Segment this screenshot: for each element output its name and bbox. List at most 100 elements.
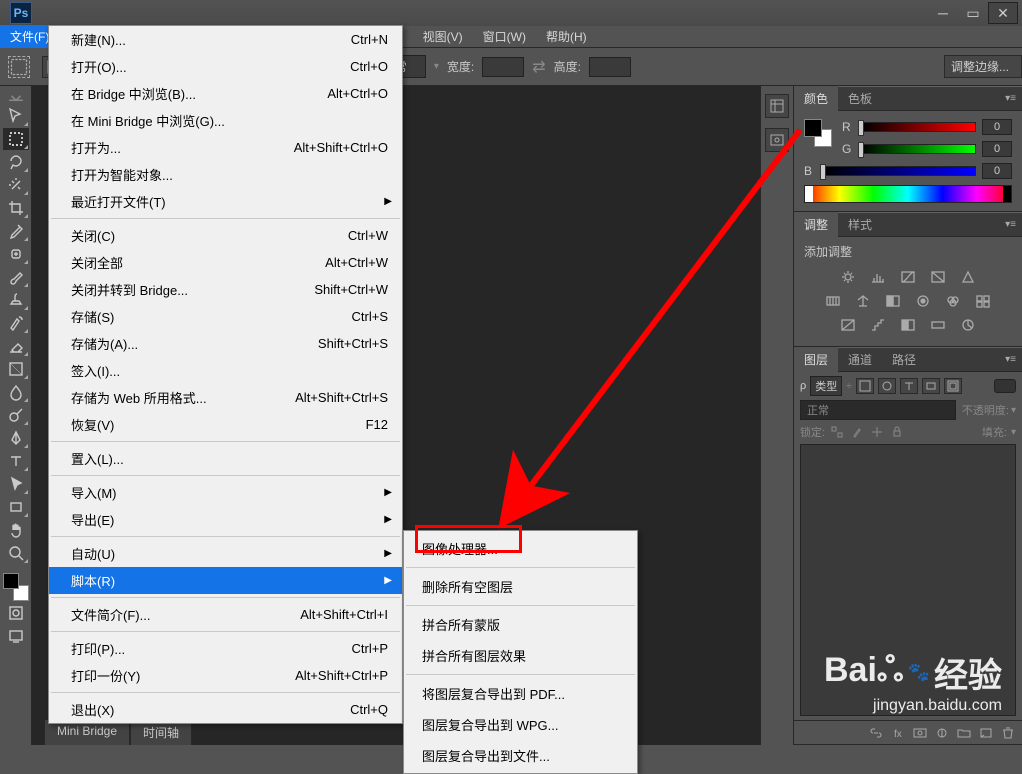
layer-style-icon[interactable]: fx (890, 726, 906, 740)
hand-tool[interactable] (3, 519, 29, 541)
submenu-item[interactable]: 图层复合导出到 WPG... (404, 709, 637, 740)
foreground-swatch[interactable] (3, 573, 19, 589)
menu-item[interactable]: 签入(I)... (49, 357, 402, 384)
brush-tool[interactable] (3, 266, 29, 288)
menu-item[interactable]: 关闭(C)Ctrl+W (49, 222, 402, 249)
submenu-item[interactable]: 拼合所有图层效果 (404, 640, 637, 671)
submenu-item[interactable]: 图像处理器... (404, 533, 637, 564)
menu-item[interactable]: 最近打开文件(T)▶ (49, 188, 402, 215)
marquee-tool[interactable] (3, 128, 29, 150)
vibrance-icon[interactable] (958, 268, 978, 286)
tab-layers[interactable]: 图层 (794, 347, 838, 372)
r-slider[interactable] (860, 122, 976, 132)
filter-shape-icon[interactable] (922, 378, 940, 394)
menu-item[interactable]: 打开(O)...Ctrl+O (49, 53, 402, 80)
selective-color-icon[interactable] (958, 316, 978, 334)
width-input[interactable] (482, 57, 524, 77)
pen-tool[interactable] (3, 427, 29, 449)
layer-filter-kind[interactable]: 类型 (810, 376, 842, 396)
filter-pixel-icon[interactable] (856, 378, 874, 394)
panel-menu-icon[interactable]: ▾≡ (999, 354, 1022, 365)
gradient-map-icon[interactable] (928, 316, 948, 334)
quick-mask-tool[interactable] (3, 602, 29, 624)
bw-icon[interactable] (883, 292, 903, 310)
levels-icon[interactable] (868, 268, 888, 286)
menu-item[interactable]: 打印(P)...Ctrl+P (49, 635, 402, 662)
menu-item[interactable]: 关闭全部Alt+Ctrl+W (49, 249, 402, 276)
photo-filter-icon[interactable] (913, 292, 933, 310)
menu-item[interactable]: 在 Bridge 中浏览(B)...Alt+Ctrl+O (49, 80, 402, 107)
menu-item[interactable]: 恢复(V)F12 (49, 411, 402, 438)
invert-icon[interactable] (838, 316, 858, 334)
move-tool[interactable] (3, 105, 29, 127)
menu-item[interactable]: 导入(M)▶ (49, 479, 402, 506)
maximize-button[interactable]: ▭ (958, 2, 988, 24)
menu-item[interactable]: 存储(S)Ctrl+S (49, 303, 402, 330)
submenu-item[interactable]: 拼合所有蒙版 (404, 609, 637, 640)
tab-styles[interactable]: 样式 (838, 212, 882, 237)
lock-pixels-icon[interactable] (849, 425, 865, 439)
threshold-icon[interactable] (898, 316, 918, 334)
g-slider[interactable] (860, 144, 976, 154)
filter-adjustment-icon[interactable] (878, 378, 896, 394)
panel-menu-icon[interactable]: ▾≡ (999, 93, 1022, 104)
history-brush-tool[interactable] (3, 312, 29, 334)
menu-item[interactable]: 关闭并转到 Bridge...Shift+Ctrl+W (49, 276, 402, 303)
menu-item[interactable]: 新建(N)...Ctrl+N (49, 26, 402, 53)
menu-item[interactable]: 置入(L)... (49, 445, 402, 472)
clone-stamp-tool[interactable] (3, 289, 29, 311)
lock-all-icon[interactable] (889, 425, 905, 439)
menu-item[interactable]: 在 Mini Bridge 中浏览(G)... (49, 107, 402, 134)
tab-swatches[interactable]: 色板 (838, 86, 882, 111)
path-selection-tool[interactable] (3, 473, 29, 495)
filter-toggle[interactable] (994, 379, 1016, 393)
lasso-tool[interactable] (3, 151, 29, 173)
eraser-tool[interactable] (3, 335, 29, 357)
curves-icon[interactable] (898, 268, 918, 286)
screen-mode-tool[interactable] (3, 625, 29, 647)
healing-brush-tool[interactable] (3, 243, 29, 265)
color-lookup-icon[interactable] (973, 292, 993, 310)
b-value[interactable]: 0 (982, 163, 1012, 179)
menu-item[interactable]: 自动(U)▶ (49, 540, 402, 567)
brightness-icon[interactable] (838, 268, 858, 286)
link-icon[interactable]: ⇄ (532, 57, 545, 77)
current-tool-icon[interactable] (8, 56, 30, 78)
crop-tool[interactable] (3, 197, 29, 219)
menu-item[interactable]: 文件简介(F)...Alt+Shift+Ctrl+I (49, 601, 402, 628)
eyedropper-tool[interactable] (3, 220, 29, 242)
color-spectrum[interactable] (804, 185, 1012, 203)
lock-position-icon[interactable] (869, 425, 885, 439)
menu-item[interactable]: 退出(X)Ctrl+Q (49, 696, 402, 723)
adjustment-layer-icon[interactable] (934, 726, 950, 740)
b-slider[interactable] (822, 166, 976, 176)
tab-channels[interactable]: 通道 (838, 347, 882, 372)
zoom-tool[interactable] (3, 542, 29, 564)
gradient-tool[interactable] (3, 358, 29, 380)
height-input[interactable] (589, 57, 631, 77)
rectangle-tool[interactable] (3, 496, 29, 518)
menu-view[interactable]: 视图(V) (413, 25, 473, 48)
blend-mode-select[interactable]: 正常 (800, 400, 956, 420)
filter-type-icon[interactable] (900, 378, 918, 394)
new-layer-icon[interactable] (978, 726, 994, 740)
menu-item[interactable]: 打印一份(Y)Alt+Shift+Ctrl+P (49, 662, 402, 689)
close-button[interactable]: ✕ (988, 2, 1018, 24)
submenu-item[interactable]: 将图层复合导出到 PDF... (404, 678, 637, 709)
type-tool[interactable] (3, 450, 29, 472)
menu-item[interactable]: 存储为 Web 所用格式...Alt+Shift+Ctrl+S (49, 384, 402, 411)
submenu-item[interactable]: 删除所有空图层 (404, 571, 637, 602)
menu-item[interactable]: 存储为(A)...Shift+Ctrl+S (49, 330, 402, 357)
magic-wand-tool[interactable] (3, 174, 29, 196)
dodge-tool[interactable] (3, 404, 29, 426)
panel-menu-icon[interactable]: ▾≡ (999, 219, 1022, 230)
tab-adjustments[interactable]: 调整 (794, 212, 838, 237)
history-icon[interactable] (765, 94, 789, 118)
exposure-icon[interactable] (928, 268, 948, 286)
collapse-icon[interactable] (3, 92, 29, 104)
menu-help[interactable]: 帮助(H) (536, 25, 597, 48)
link-layers-icon[interactable] (868, 726, 884, 740)
layer-mask-icon[interactable] (912, 726, 928, 740)
posterize-icon[interactable] (868, 316, 888, 334)
hue-icon[interactable] (823, 292, 843, 310)
